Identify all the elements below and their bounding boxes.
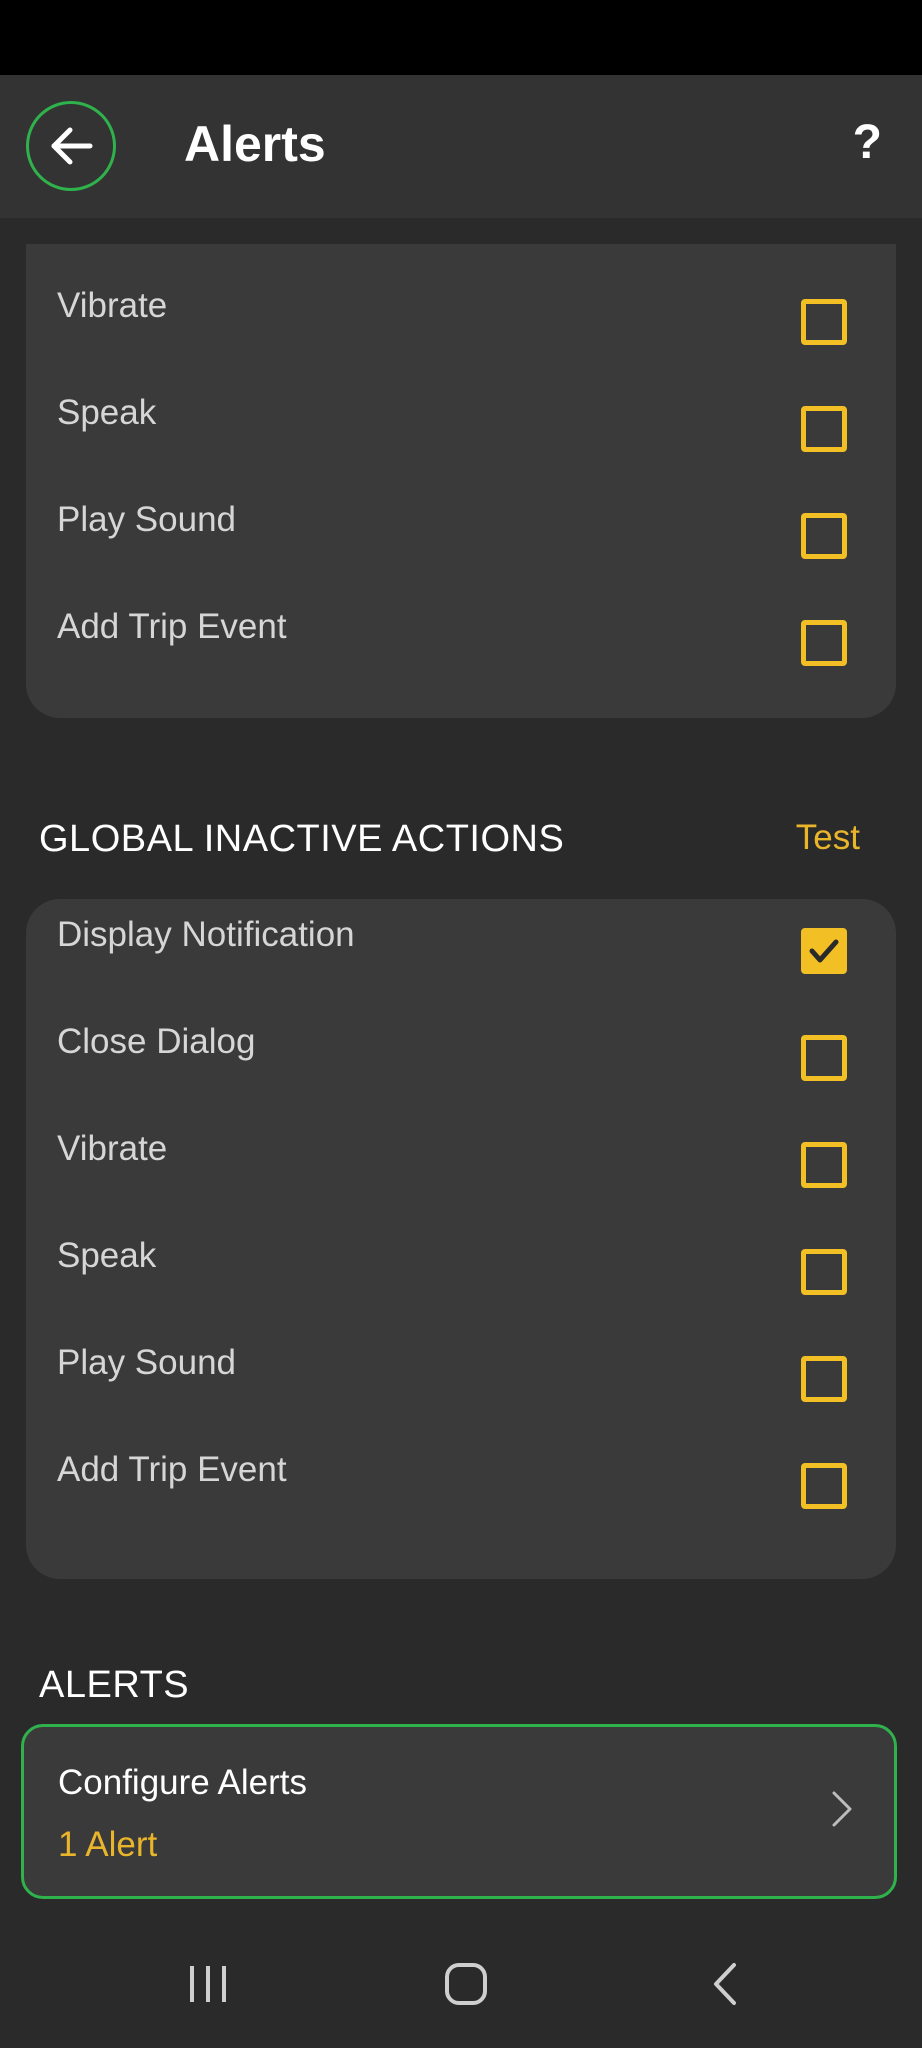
active-actions-card: Vibrate Speak Play Sound Add Trip Event <box>26 244 896 718</box>
action-row-add-trip-event[interactable]: Add Trip Event <box>26 591 896 698</box>
test-button[interactable]: Test <box>796 818 860 858</box>
home-button[interactable] <box>396 1920 536 2048</box>
action-label: Speak <box>57 393 157 432</box>
action-label: Play Sound <box>57 500 237 539</box>
section-header-inactive-actions: GLOBAL INACTIVE ACTIONS <box>39 818 565 860</box>
help-button[interactable]: ? <box>853 115 882 170</box>
action-label: Display Notification <box>57 915 355 954</box>
action-checkbox-checked[interactable] <box>801 928 847 974</box>
action-label: Speak <box>57 1236 157 1275</box>
action-checkbox[interactable] <box>801 1356 847 1402</box>
recent-apps-button[interactable] <box>138 1920 278 2048</box>
arrow-left-icon <box>51 127 93 165</box>
action-label: Vibrate <box>57 286 168 325</box>
action-row-play-sound[interactable]: Play Sound <box>26 484 896 591</box>
configure-alerts-title: Configure Alerts <box>58 1763 308 1802</box>
action-checkbox[interactable] <box>801 406 847 452</box>
system-nav-bar <box>0 1920 922 2048</box>
action-checkbox[interactable] <box>801 513 847 559</box>
action-row-speak[interactable]: Speak <box>26 1220 896 1327</box>
action-checkbox[interactable] <box>801 1463 847 1509</box>
action-row-vibrate[interactable]: Vibrate <box>26 1113 896 1220</box>
action-label: Play Sound <box>57 1343 237 1382</box>
action-checkbox[interactable] <box>801 620 847 666</box>
checkmark-icon <box>809 939 839 963</box>
section-header-alerts: ALERTS <box>39 1664 190 1706</box>
configure-alerts-button[interactable]: Configure Alerts 1 Alert <box>21 1724 897 1899</box>
action-label: Close Dialog <box>57 1022 256 1061</box>
back-button[interactable] <box>26 101 116 191</box>
action-row-add-trip-event[interactable]: Add Trip Event <box>26 1434 896 1541</box>
action-label: Vibrate <box>57 1129 168 1168</box>
action-checkbox[interactable] <box>801 1249 847 1295</box>
recent-apps-icon <box>190 1966 226 2002</box>
action-label: Add Trip Event <box>57 1450 287 1489</box>
action-row-close-dialog[interactable]: Close Dialog <box>26 1006 896 1113</box>
status-bar <box>0 0 922 75</box>
action-row-play-sound[interactable]: Play Sound <box>26 1327 896 1434</box>
page-title: Alerts <box>184 116 326 172</box>
action-row-display-notification[interactable]: Display Notification <box>26 899 896 1006</box>
action-checkbox[interactable] <box>801 299 847 345</box>
action-checkbox[interactable] <box>801 1035 847 1081</box>
back-nav-button[interactable] <box>655 1920 795 2048</box>
action-label: Add Trip Event <box>57 607 287 646</box>
chevron-left-icon <box>714 1963 736 2005</box>
home-icon <box>445 1963 487 2005</box>
chevron-right-icon <box>832 1791 852 1827</box>
action-row-speak[interactable]: Speak <box>26 377 896 484</box>
action-checkbox[interactable] <box>801 1142 847 1188</box>
inactive-actions-card: Display Notification Close Dialog Vibrat… <box>26 899 896 1579</box>
app-bar: Alerts ? <box>0 75 922 218</box>
action-row-vibrate[interactable]: Vibrate <box>26 270 896 377</box>
alert-count: 1 Alert <box>58 1825 158 1864</box>
